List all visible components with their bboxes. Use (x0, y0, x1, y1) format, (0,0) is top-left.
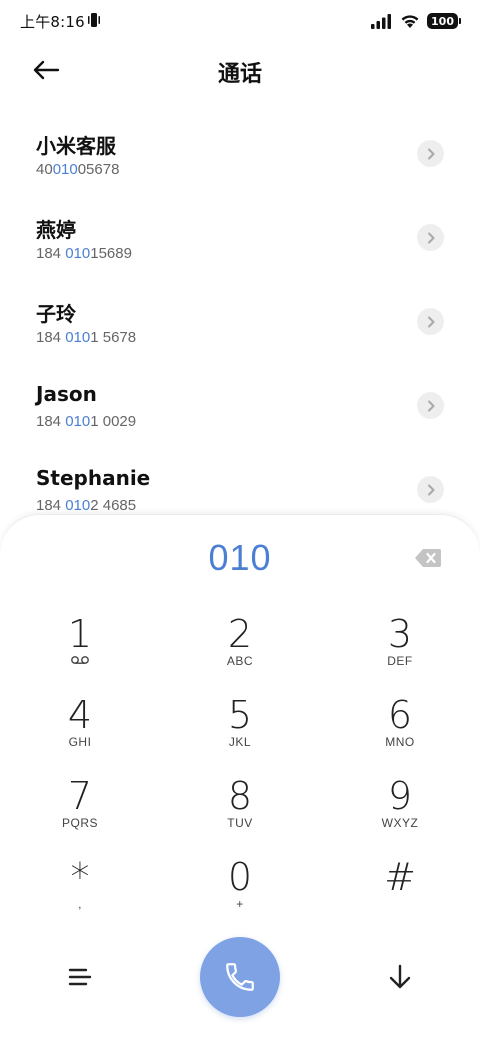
contact-detail-button[interactable] (417, 224, 444, 251)
dialed-number-display[interactable]: 010 (0, 537, 480, 579)
contact-number: 184 0102 4685 (36, 497, 137, 514)
key-digit: 2 (227, 612, 253, 656)
key-digit: 7 (67, 774, 93, 818)
key-letters: + (236, 897, 244, 911)
key-letters: , (78, 897, 82, 911)
status-bar: 上午8:16 100 (0, 0, 480, 40)
dialpad-actions (0, 937, 480, 1017)
key-digit: 8 (227, 774, 253, 818)
signal-icon (371, 14, 392, 29)
contact-row[interactable]: 燕婷 184 01015689 (0, 196, 480, 280)
key-4[interactable]: 4 GHI (20, 692, 140, 772)
contact-number: 184 0101 5678 (36, 329, 137, 346)
key-digit: 1 (67, 612, 93, 656)
call-button[interactable] (200, 937, 280, 1017)
contact-number: 184 0101 0029 (36, 413, 137, 430)
contact-number: 4001005678 (36, 161, 120, 178)
contact-results-list: 小米客服 4001005678 燕婷 184 01015689 子玲 184 0… (0, 112, 480, 532)
header: 通话 (0, 40, 480, 100)
key-5[interactable]: 5 JKL (180, 692, 300, 772)
contact-name: 燕婷 (36, 218, 76, 242)
key-star[interactable]: * , (20, 854, 140, 934)
key-digit: # (384, 855, 416, 899)
arrow-down-icon (389, 964, 411, 989)
menu-button[interactable] (60, 957, 100, 997)
contact-name: 小米客服 (36, 134, 116, 158)
key-0[interactable]: 0 + (180, 854, 300, 934)
contact-detail-button[interactable] (417, 140, 444, 167)
key-letters: ABC (226, 654, 254, 668)
backspace-icon[interactable] (414, 547, 442, 569)
key-digit: 0 (227, 855, 253, 899)
key-8[interactable]: 8 TUV (180, 773, 300, 853)
key-letters: PQRS (61, 816, 98, 830)
chevron-right-icon (427, 400, 434, 411)
contact-row[interactable]: Jason 184 0101 0029 (0, 364, 480, 448)
hide-dialpad-button[interactable] (380, 957, 420, 997)
voicemail-icon (71, 656, 89, 664)
contact-detail-button[interactable] (417, 476, 444, 503)
phone-icon (226, 963, 254, 991)
contact-number: 184 01015689 (36, 245, 132, 262)
status-time: 上午8:16 (20, 13, 85, 31)
key-letters: GHI (68, 735, 92, 749)
key-2[interactable]: 2 ABC (180, 611, 300, 691)
key-digit: 5 (227, 693, 253, 737)
key-digit: 6 (387, 693, 413, 737)
key-9[interactable]: 9 WXYZ (340, 773, 460, 853)
key-digit: 3 (387, 612, 413, 656)
chevron-right-icon (427, 316, 434, 327)
wifi-icon (401, 15, 419, 28)
contact-row[interactable]: 子玲 184 0101 5678 (0, 280, 480, 364)
key-letters: WXYZ (381, 816, 419, 830)
menu-icon (68, 968, 92, 986)
contact-name: Jason (36, 382, 97, 406)
contact-name: 子玲 (36, 302, 76, 326)
chevron-right-icon (427, 232, 434, 243)
chevron-right-icon (427, 148, 434, 159)
key-digit: * (70, 855, 90, 899)
key-letters: MNO (385, 735, 415, 749)
battery-indicator: 100 (427, 13, 461, 29)
chevron-right-icon (427, 484, 434, 495)
dialpad-panel: 010 1 2 ABC 3 DEF 4 GHI 5 JKL 6 MNO 7 PQ… (0, 514, 480, 1040)
contact-name: Stephanie (36, 466, 151, 490)
key-7[interactable]: 7 PQRS (20, 773, 140, 853)
key-digit: 9 (387, 774, 413, 818)
page-title: 通话 (217, 62, 262, 87)
key-letters: TUV (227, 816, 253, 830)
contact-detail-button[interactable] (417, 392, 444, 419)
key-digit: 4 (67, 693, 93, 737)
battery-level: 100 (431, 14, 454, 28)
key-1[interactable]: 1 (20, 611, 140, 691)
key-3[interactable]: 3 DEF (340, 611, 460, 691)
vibrate-icon (88, 13, 100, 27)
contact-detail-button[interactable] (417, 308, 444, 335)
contact-row[interactable]: 小米客服 4001005678 (0, 112, 480, 196)
key-letters: DEF (387, 654, 413, 668)
key-hash[interactable]: # (340, 854, 460, 934)
key-letters: JKL (228, 735, 252, 749)
key-6[interactable]: 6 MNO (340, 692, 460, 772)
